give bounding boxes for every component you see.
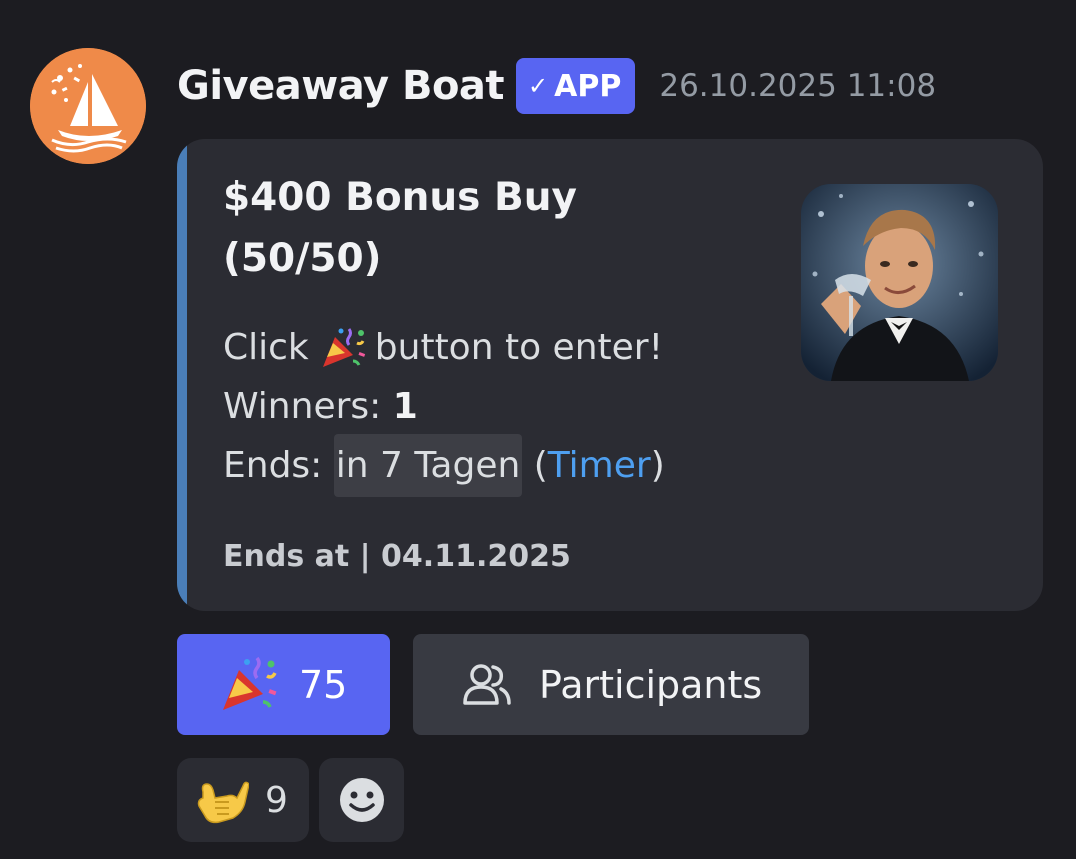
- participants-button[interactable]: Participants: [413, 634, 809, 735]
- enter-instruction: Click button to enter!: [223, 318, 665, 377]
- timer-link[interactable]: Timer: [548, 436, 651, 495]
- ends-label: Ends:: [223, 445, 323, 486]
- relative-timestamp[interactable]: in 7 Tagen: [333, 434, 523, 497]
- ends-line: Ends: in 7 Tagen (Timer): [223, 434, 665, 497]
- winners-label: Winners:: [223, 386, 382, 427]
- add-reaction-button[interactable]: [319, 758, 404, 842]
- sailboat-confetti-icon: [30, 48, 146, 164]
- instruction-text-start: Click: [223, 327, 309, 368]
- embed-thumbnail[interactable]: [801, 184, 998, 381]
- party-popper-icon: [313, 325, 371, 371]
- message-header: Giveaway Boat ✓ APP 26.10.2025 11:08: [177, 58, 936, 114]
- reaction-count: 9: [265, 779, 288, 821]
- reaction-call-me-hand[interactable]: 9: [177, 758, 309, 842]
- embed-title: $400 Bonus Buy (50/50): [223, 175, 577, 281]
- chat-message: Giveaway Boat ✓ APP 26.10.2025 11:08 $40…: [0, 0, 1076, 859]
- paren-open: (: [533, 445, 548, 486]
- winners-line: Winners: 1: [223, 377, 665, 436]
- add-reaction-smile-icon: [339, 778, 384, 822]
- embed-accent-bar: [177, 139, 187, 611]
- paren-close: ): [650, 445, 665, 486]
- embed-description: Click button to enter! Winners: 1 Ends: …: [223, 318, 665, 497]
- verified-check-icon: ✓: [528, 72, 549, 100]
- entries-count: 75: [299, 662, 348, 707]
- message-timestamp[interactable]: 26.10.2025 11:08: [659, 68, 936, 104]
- app-badge: ✓ APP: [516, 58, 636, 114]
- enter-giveaway-button[interactable]: 75: [177, 634, 390, 735]
- users-icon: [463, 663, 511, 705]
- instruction-text-end: button to enter!: [374, 327, 664, 368]
- toasting-man-gif: [801, 184, 998, 381]
- giveaway-embed: $400 Bonus Buy (50/50) Click button to e…: [177, 139, 1043, 611]
- embed-footer: Ends at | 04.11.2025: [223, 539, 571, 574]
- call-me-hand-icon: [197, 781, 249, 824]
- author-avatar[interactable]: [30, 48, 146, 164]
- winners-value: 1: [392, 386, 418, 427]
- app-badge-label: APP: [554, 68, 622, 104]
- participants-label: Participants: [539, 662, 763, 707]
- author-username[interactable]: Giveaway Boat: [177, 63, 505, 109]
- party-popper-icon: [223, 656, 277, 710]
